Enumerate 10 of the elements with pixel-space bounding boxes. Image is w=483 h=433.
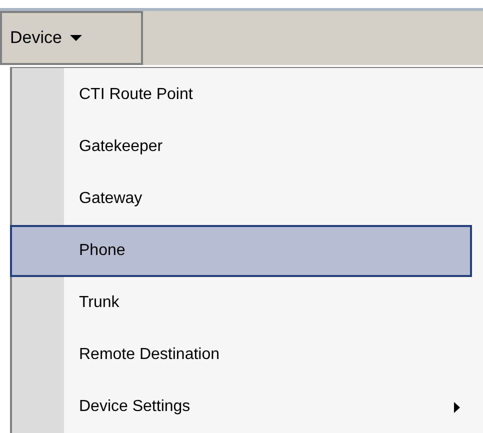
menu-item[interactable]: Remote Destination [12,329,483,381]
menu-item[interactable]: Gatekeeper [12,121,483,173]
menu-item[interactable]: CTI Route Point [12,69,483,121]
menu-item[interactable]: Phone [10,225,472,277]
menu-item[interactable]: Gateway [12,173,483,225]
menu-label: Device [10,27,62,50]
caret-icon [70,35,82,41]
menu-button[interactable]: Device [0,11,143,65]
menu-item[interactable]: Device Settings [12,381,483,433]
menu-item[interactable]: Trunk [12,277,483,329]
